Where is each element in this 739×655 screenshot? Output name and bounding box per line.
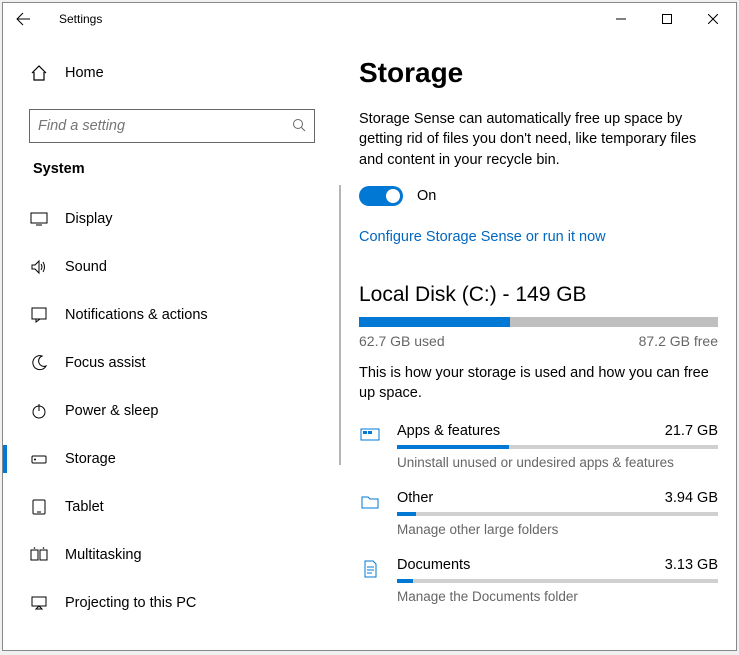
disk-used-segment bbox=[359, 317, 510, 327]
apps-icon bbox=[359, 423, 381, 470]
close-icon bbox=[708, 14, 718, 24]
sidebar-item-notifications[interactable]: Notifications & actions bbox=[7, 291, 337, 339]
documents-icon bbox=[359, 557, 381, 604]
sidebar-item-label: Tablet bbox=[65, 499, 104, 515]
category-size: 3.13 GB bbox=[665, 557, 718, 573]
sidebar-item-label: Storage bbox=[65, 451, 116, 467]
sidebar-item-projecting[interactable]: Projecting to this PC bbox=[7, 579, 337, 627]
configure-storage-sense-link[interactable]: Configure Storage Sense or run it now bbox=[359, 229, 606, 245]
storage-category-documents[interactable]: Documents 3.13 GB Manage the Documents f… bbox=[359, 557, 718, 604]
category-label: System bbox=[7, 161, 337, 177]
disk-heading: Local Disk (C:) - 149 GB bbox=[359, 283, 718, 307]
caption-buttons bbox=[598, 3, 736, 35]
window-title: Settings bbox=[43, 12, 102, 26]
search-input[interactable] bbox=[38, 118, 292, 134]
sidebar-item-label: Projecting to this PC bbox=[65, 595, 196, 611]
sidebar-item-label: Notifications & actions bbox=[65, 307, 208, 323]
toggle-state-label: On bbox=[417, 188, 436, 204]
disk-usage-bar bbox=[359, 317, 718, 327]
sidebar-item-label: Sound bbox=[65, 259, 107, 275]
notifications-icon bbox=[29, 306, 49, 324]
power-icon bbox=[29, 402, 49, 420]
sidebar-item-display[interactable]: Display bbox=[7, 195, 337, 243]
sidebar: Home System Display Sound bbox=[3, 35, 341, 650]
disk-meta: 62.7 GB used 87.2 GB free bbox=[359, 333, 718, 349]
maximize-button[interactable] bbox=[644, 3, 690, 35]
storage-sense-toggle-row: On bbox=[359, 186, 718, 206]
sidebar-item-label: Focus assist bbox=[65, 355, 146, 371]
category-bar bbox=[397, 445, 718, 449]
sidebar-item-label: Multitasking bbox=[65, 547, 142, 563]
multitasking-icon bbox=[29, 546, 49, 564]
category-bar bbox=[397, 579, 718, 583]
storage-category-other[interactable]: Other 3.94 GB Manage other large folders bbox=[359, 490, 718, 537]
tablet-icon bbox=[29, 498, 49, 516]
storage-sense-description: Storage Sense can automatically free up … bbox=[359, 109, 718, 170]
back-button[interactable] bbox=[3, 3, 43, 35]
projecting-icon bbox=[29, 594, 49, 612]
folder-icon bbox=[359, 490, 381, 537]
category-size: 3.94 GB bbox=[665, 490, 718, 506]
content-area: Home System Display Sound bbox=[3, 35, 736, 650]
sidebar-item-power-sleep[interactable]: Power & sleep bbox=[7, 387, 337, 435]
sidebar-item-sound[interactable]: Sound bbox=[7, 243, 337, 291]
usage-description: This is how your storage is used and how… bbox=[359, 363, 718, 404]
disk-free-label: 87.2 GB free bbox=[639, 333, 718, 349]
minimize-icon bbox=[616, 14, 626, 24]
nav-list: Display Sound Notifications & actions Fo… bbox=[7, 195, 337, 627]
display-icon bbox=[29, 210, 49, 228]
storage-icon bbox=[29, 450, 49, 468]
disk-used-label: 62.7 GB used bbox=[359, 333, 445, 349]
storage-category-apps[interactable]: Apps & features 21.7 GB Uninstall unused… bbox=[359, 423, 718, 470]
category-subtext: Manage the Documents folder bbox=[397, 589, 718, 604]
search-icon bbox=[292, 118, 306, 135]
category-name: Other bbox=[397, 490, 433, 506]
minimize-button[interactable] bbox=[598, 3, 644, 35]
category-bar bbox=[397, 512, 718, 516]
category-name: Documents bbox=[397, 557, 470, 573]
arrow-left-icon bbox=[15, 11, 31, 27]
category-size: 21.7 GB bbox=[665, 423, 718, 439]
sidebar-item-label: Display bbox=[65, 211, 113, 227]
sidebar-item-multitasking[interactable]: Multitasking bbox=[7, 531, 337, 579]
home-label: Home bbox=[65, 65, 104, 81]
home-icon bbox=[29, 64, 49, 82]
main-panel: Storage Storage Sense can automatically … bbox=[341, 35, 736, 650]
close-button[interactable] bbox=[690, 3, 736, 35]
sound-icon bbox=[29, 258, 49, 276]
moon-icon bbox=[29, 354, 49, 372]
sidebar-scrollbar[interactable] bbox=[339, 185, 341, 465]
home-button[interactable]: Home bbox=[7, 53, 337, 93]
page-title: Storage bbox=[359, 57, 718, 89]
sidebar-item-tablet[interactable]: Tablet bbox=[7, 483, 337, 531]
maximize-icon bbox=[662, 14, 672, 24]
titlebar: Settings bbox=[3, 3, 736, 35]
sidebar-item-focus-assist[interactable]: Focus assist bbox=[7, 339, 337, 387]
category-name: Apps & features bbox=[397, 423, 500, 439]
search-box[interactable] bbox=[29, 109, 315, 143]
settings-window: Settings Home bbox=[2, 2, 737, 651]
sidebar-item-label: Power & sleep bbox=[65, 403, 159, 419]
category-subtext: Manage other large folders bbox=[397, 522, 718, 537]
storage-sense-toggle[interactable] bbox=[359, 186, 403, 206]
category-subtext: Uninstall unused or undesired apps & fea… bbox=[397, 455, 718, 470]
sidebar-item-storage[interactable]: Storage bbox=[7, 435, 337, 483]
